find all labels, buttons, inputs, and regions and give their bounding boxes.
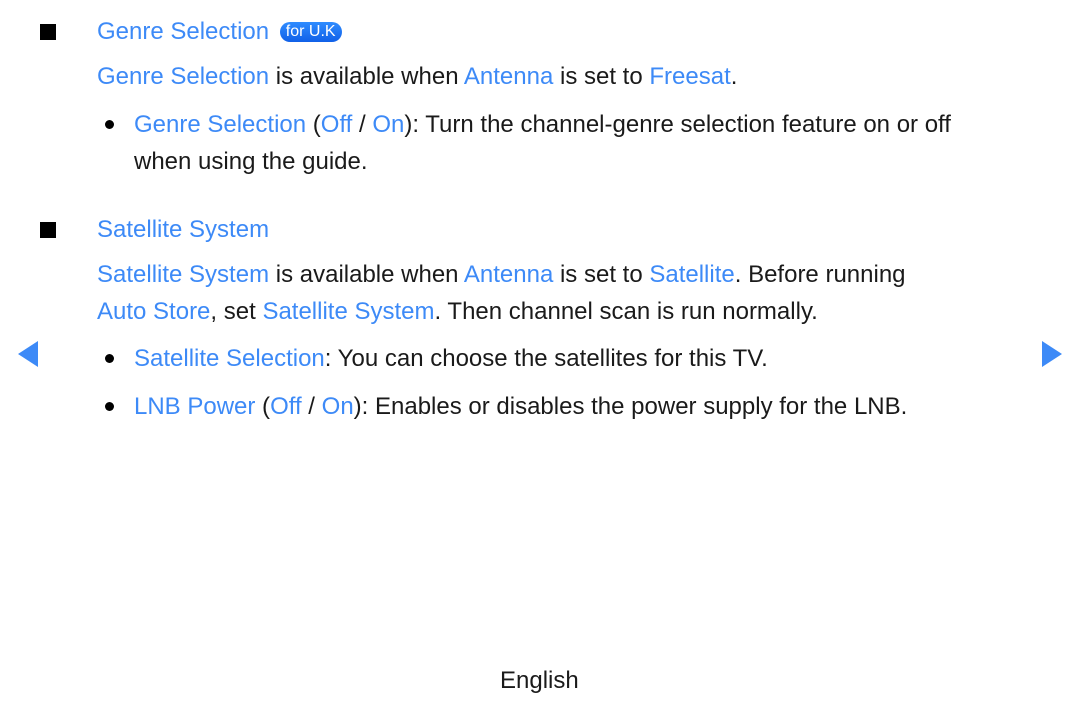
term: Satellite — [649, 261, 735, 288]
option-on: On — [372, 111, 405, 138]
term: LNB Power — [134, 393, 256, 420]
term: Antenna — [463, 63, 554, 90]
section-title: Satellite System — [97, 216, 270, 243]
term: Antenna — [463, 261, 554, 288]
text: is available when — [269, 63, 464, 90]
term: Genre Selection — [134, 111, 307, 138]
term: Genre Selection — [97, 63, 270, 90]
genre-availability-text: Genre Selection is available when Antenn… — [97, 58, 737, 95]
text: / — [352, 111, 373, 138]
text: , set — [210, 298, 263, 325]
text: : You can choose the satellites for this… — [324, 345, 768, 372]
section-title-genre-selection: Genre Selection for U.K — [97, 18, 342, 46]
bullet-icon — [105, 120, 114, 129]
term: Satellite Selection — [134, 345, 325, 372]
section-square-icon — [40, 222, 56, 238]
text: ): Turn the channel-genre selection feat… — [404, 111, 951, 138]
text: . Before running — [734, 261, 906, 288]
term: Freesat — [649, 63, 731, 90]
list-item: LNB Power (Off / On): Enables or disable… — [134, 388, 907, 425]
text: is available when — [269, 261, 464, 288]
text: is set to — [553, 261, 650, 288]
bullet-icon — [105, 354, 114, 363]
bullet-icon — [105, 402, 114, 411]
section-square-icon — [40, 24, 56, 40]
term: Satellite System — [97, 261, 270, 288]
text: . Then channel scan is run normally. — [434, 298, 818, 325]
option-off: Off — [320, 111, 353, 138]
option-off: Off — [270, 393, 302, 420]
next-page-arrow-icon[interactable] — [1042, 341, 1062, 367]
text: / — [301, 393, 322, 420]
list-item: Genre Selection (Off / On): Turn the cha… — [134, 106, 951, 180]
list-item: Satellite Selection: You can choose the … — [134, 340, 768, 377]
term: Auto Store — [97, 298, 211, 325]
text: is set to — [553, 63, 650, 90]
satellite-availability-text: Satellite System is available when Anten… — [97, 256, 906, 330]
region-badge: for U.K — [279, 22, 342, 42]
text: . — [730, 63, 738, 90]
section-title: Genre Selection — [97, 18, 270, 45]
previous-page-arrow-icon[interactable] — [18, 341, 38, 367]
text: ( — [306, 111, 321, 138]
text: ( — [255, 393, 271, 420]
footer-language: English — [500, 667, 579, 694]
option-on: On — [321, 393, 354, 420]
term: Satellite System — [262, 298, 435, 325]
text: when using the guide. — [134, 148, 368, 175]
text: ): Enables or disables the power supply … — [353, 393, 908, 420]
